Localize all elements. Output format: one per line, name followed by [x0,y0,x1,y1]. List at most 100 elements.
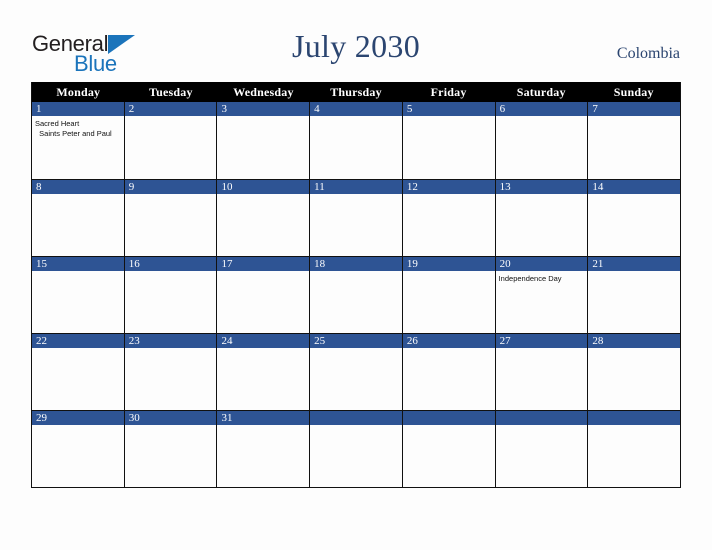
day-events [32,271,124,333]
calendar-day-cell[interactable]: 2 [123,102,217,179]
calendar-day-cell[interactable]: 31 [216,411,310,487]
date-number: 23 [124,334,217,348]
date-number [402,411,495,425]
calendar-day-cell[interactable]: 24 [216,334,310,410]
calendar-day-cell[interactable]: 28 [587,334,681,410]
holiday-label: Independence Day [498,274,562,283]
date-number: 17 [217,257,310,271]
date-number: 13 [495,180,588,194]
date-number: 7 [588,102,681,116]
date-number: 8 [32,180,124,194]
day-header-saturday: Saturday [516,85,566,99]
date-number: 1 [32,102,124,116]
calendar-day-cell[interactable]: 1 Sacred Heart Saints Peter and Paul [32,102,124,179]
calendar-day-cell[interactable]: 5 [401,102,495,179]
calendar-day-cell[interactable]: 22 [32,334,124,410]
calendar-day-cell[interactable]: 30 [123,411,217,487]
page-title: July 2030 [291,28,421,64]
day-events [310,194,402,256]
calendar-day-cell[interactable]: 17 [216,257,310,333]
calendar-empty-cell[interactable] [587,411,681,487]
day-events [588,194,680,256]
calendar-day-cell[interactable]: 12 [401,180,495,256]
calendar-day-cell[interactable]: 19 [401,257,495,333]
day-events [217,348,309,410]
calendar-day-cell[interactable]: 27 [494,334,588,410]
day-events [403,271,495,333]
date-number: 31 [217,411,310,425]
day-events [403,194,495,256]
calendar-day-cell[interactable]: 14 [587,180,681,256]
calendar-day-cell[interactable]: 16 [123,257,217,333]
calendar-day-cell[interactable]: 6 [494,102,588,179]
holiday-label: Sacred Heart [35,119,80,128]
day-events [32,348,124,410]
date-number: 12 [402,180,495,194]
date-number: 14 [588,180,681,194]
date-number: 15 [32,257,124,271]
day-events [496,425,588,487]
day-events: Independence Day [496,271,588,333]
date-number [588,411,681,425]
calendar-grid: Monday Tuesday Wednesday Thursday Friday… [31,82,681,488]
date-number: 26 [402,334,495,348]
calendar-day-cell[interactable]: 25 [309,334,402,410]
day-events [403,116,495,179]
calendar-day-cell[interactable]: 18 [309,257,402,333]
calendar-day-cell[interactable]: 4 [309,102,402,179]
day-header-monday: Monday [56,85,101,99]
calendar-day-cell[interactable]: 7 [587,102,681,179]
day-events [588,116,680,179]
calendar-day-cell[interactable]: 3 [216,102,310,179]
day-events [496,194,588,256]
calendar-week-row: 8 9 10 11 12 13 14 [32,179,681,256]
date-number: 3 [217,102,310,116]
date-number: 29 [32,411,124,425]
holiday-label: Saints Peter and Paul [35,129,112,138]
day-events [217,194,309,256]
page-header: General Blue July 2030 Colombia [0,0,712,82]
date-number: 18 [310,257,402,271]
calendar-day-cell[interactable]: 9 [123,180,217,256]
calendar-day-cell[interactable]: 23 [123,334,217,410]
country-label: Colombia [616,45,680,62]
date-number: 16 [124,257,217,271]
date-number: 2 [124,102,217,116]
calendar-day-cell[interactable]: 10 [216,180,310,256]
day-events [310,348,402,410]
calendar-weeks: 1 Sacred Heart Saints Peter and Paul 2 3 4 5 6… [32,102,681,487]
calendar-day-cell[interactable]: 8 [32,180,124,256]
day-events [32,194,124,256]
calendar-day-cell[interactable]: 29 [32,411,124,487]
day-events [310,116,402,179]
day-events [125,271,217,333]
day-header-sunday: Sunday [613,85,654,99]
date-number: 22 [32,334,124,348]
calendar-day-cell[interactable]: 13 [494,180,588,256]
date-number: 11 [310,180,402,194]
day-events [588,271,680,333]
day-header-thursday: Thursday [330,85,382,99]
calendar-day-cell[interactable]: 20 Independence Day [494,257,588,333]
date-number: 5 [402,102,495,116]
date-number: 19 [402,257,495,271]
day-of-week-header-row: Monday Tuesday Wednesday Thursday Friday… [32,82,680,102]
day-events [125,425,217,487]
calendar-week-row: 1 Sacred Heart Saints Peter and Paul 2 3 4 5 6… [32,102,681,179]
date-number [310,411,402,425]
day-events [496,348,588,410]
day-events [32,425,124,487]
day-events [310,271,402,333]
calendar-day-cell[interactable]: 26 [401,334,495,410]
date-number: 30 [124,411,217,425]
date-number: 24 [217,334,310,348]
day-events [217,271,309,333]
calendar-empty-cell[interactable] [494,411,588,487]
calendar-day-cell[interactable]: 15 [32,257,124,333]
calendar-day-cell[interactable]: 11 [309,180,402,256]
calendar-empty-cell[interactable] [401,411,495,487]
day-events [125,348,217,410]
calendar-empty-cell[interactable] [309,411,402,487]
calendar-day-cell[interactable]: 21 [587,257,681,333]
day-events [588,425,680,487]
